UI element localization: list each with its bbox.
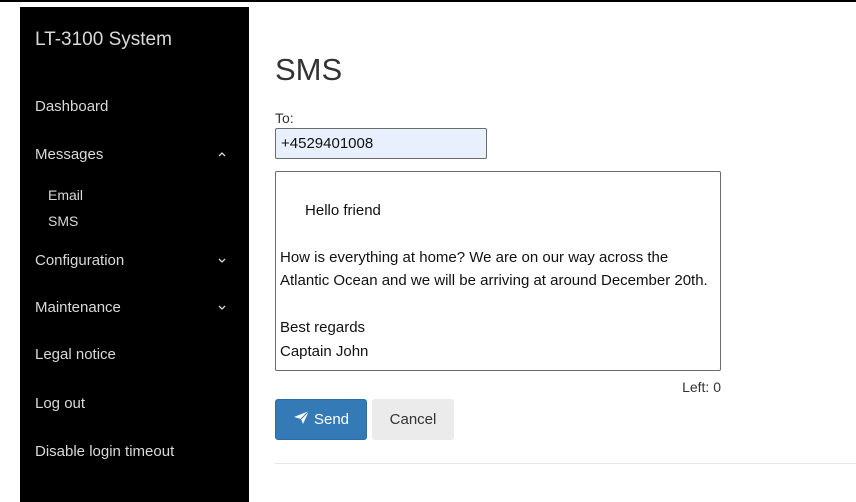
sidebar-item-log-out[interactable]: Log out	[35, 395, 235, 412]
main-content: SMS To: Hello friend How is everything a…	[249, 0, 856, 502]
characters-left-counter: Left: 0	[682, 379, 721, 395]
sidebar-subitem-label: SMS	[48, 213, 79, 229]
brand-title: LT-3100 System	[35, 29, 172, 50]
send-button-label: Send	[313, 411, 350, 428]
sidebar-item-label: Disable login timeout	[35, 443, 175, 460]
sidebar-item-messages[interactable]: Messages	[35, 146, 235, 163]
sidebar-item-label: Legal notice	[35, 346, 116, 363]
sidebar-item-label: Dashboard	[35, 98, 109, 115]
message-textarea[interactable]: Hello friend How is everything at home? …	[275, 171, 721, 371]
page-title: SMS	[275, 52, 343, 87]
message-text: Hello friend How is everything at home? …	[280, 201, 708, 360]
chevron-down-icon	[215, 253, 229, 267]
sidebar: LT-3100 System Dashboard Messages Email …	[20, 7, 249, 502]
sidebar-item-label: Messages	[35, 146, 104, 163]
resize-grip-icon[interactable]	[709, 359, 719, 369]
divider	[275, 463, 856, 464]
sidebar-subitem-sms[interactable]: SMS	[48, 213, 78, 229]
sidebar-item-maintenance[interactable]: Maintenance	[35, 299, 235, 316]
chevron-down-icon	[215, 300, 229, 314]
chevron-up-icon	[215, 147, 229, 161]
sidebar-item-label: Log out	[35, 395, 86, 412]
sidebar-subitem-label: Email	[48, 187, 84, 203]
cancel-button[interactable]: Cancel	[372, 399, 454, 440]
sidebar-item-configuration[interactable]: Configuration	[35, 252, 235, 269]
sidebar-item-label: Maintenance	[35, 299, 121, 316]
sidebar-item-dashboard[interactable]: Dashboard	[35, 98, 235, 115]
send-button[interactable]: Send	[275, 399, 367, 440]
recipient-field[interactable]	[275, 128, 487, 159]
sidebar-item-legal-notice[interactable]: Legal notice	[35, 346, 235, 363]
sidebar-item-label: Configuration	[35, 252, 125, 269]
paper-plane-icon	[293, 410, 310, 429]
to-label: To:	[275, 110, 294, 126]
sidebar-subitem-email[interactable]: Email	[48, 187, 83, 203]
cancel-button-label: Cancel	[389, 411, 437, 428]
app-window: LT-3100 System Dashboard Messages Email …	[0, 0, 856, 502]
sidebar-item-disable-login-timeout[interactable]: Disable login timeout	[35, 443, 235, 460]
